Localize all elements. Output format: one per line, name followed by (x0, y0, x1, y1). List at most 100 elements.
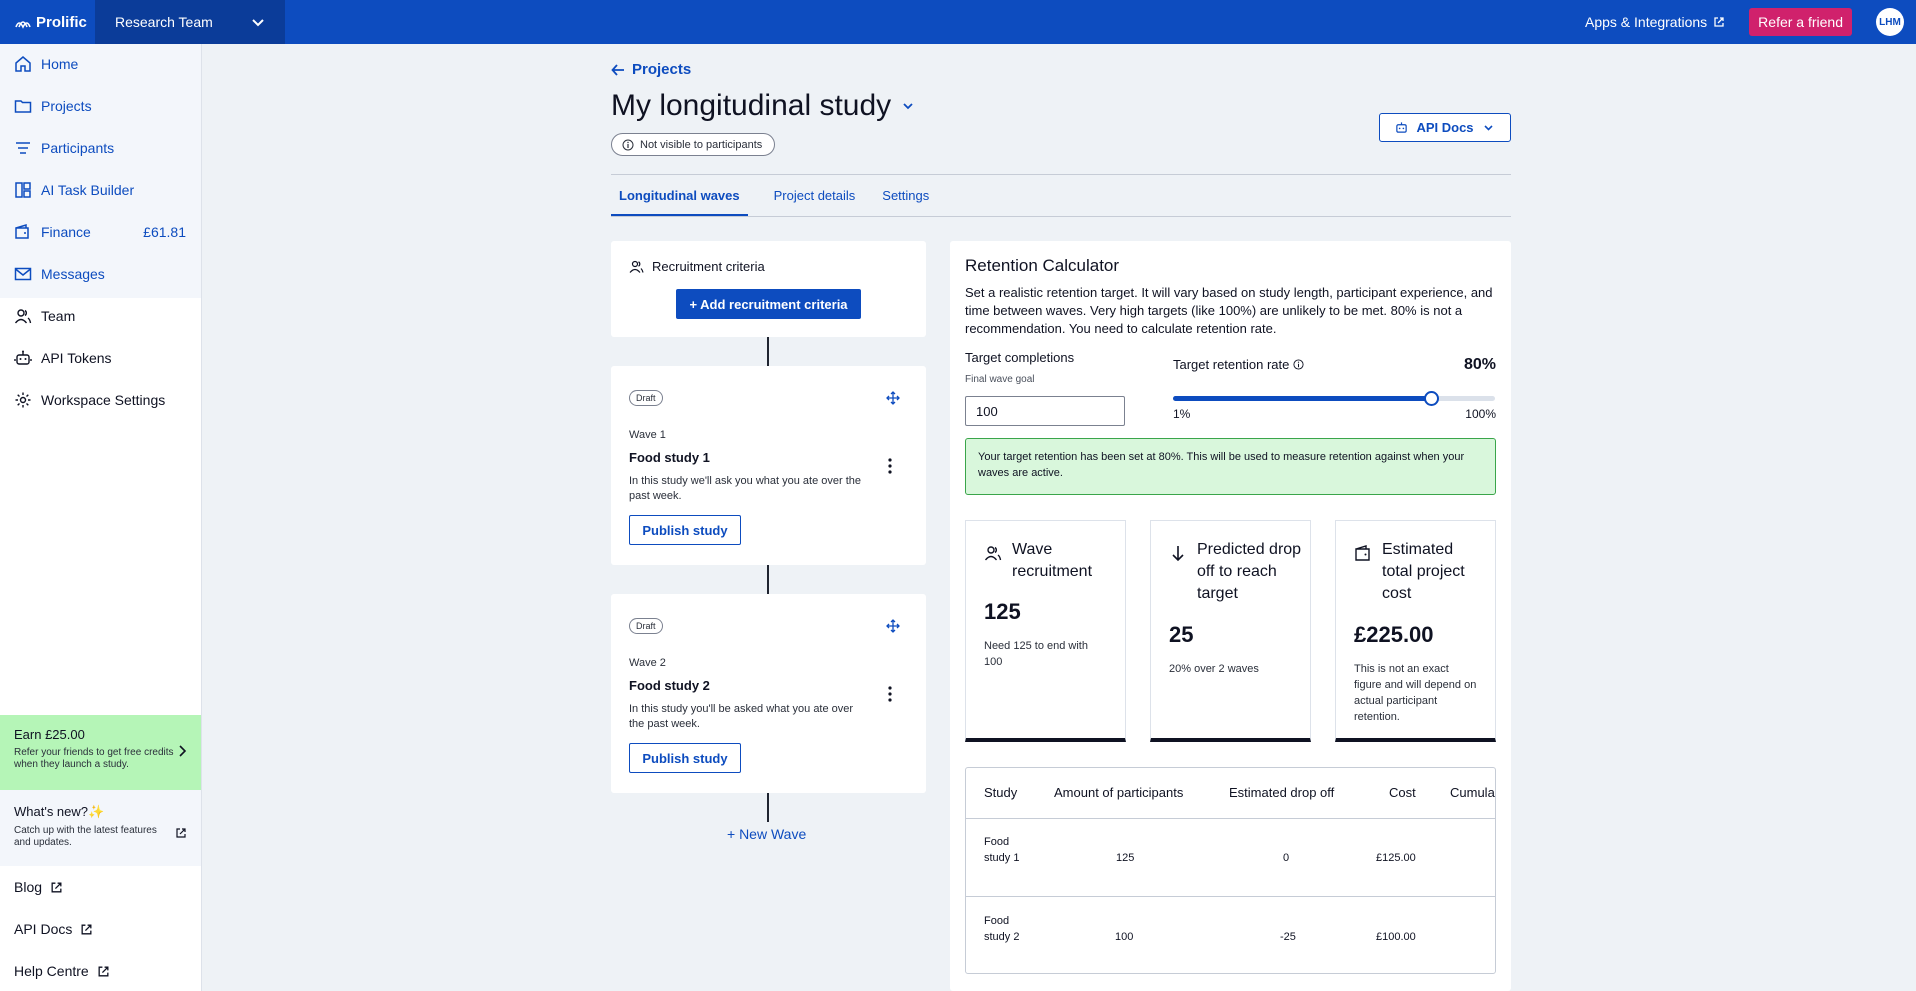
wave-description: In this study you'll be asked what you a… (629, 703, 854, 730)
more-options-icon[interactable] (888, 686, 892, 702)
status-badge: Draft (629, 618, 663, 634)
slider-fill (1173, 396, 1431, 401)
cell-cost: £100.00 (1376, 931, 1416, 943)
add-recruitment-criteria-button[interactable]: + Add recruitment criteria (676, 289, 861, 319)
external-link-icon (176, 828, 186, 838)
sidebar-item-api-tokens[interactable]: API Tokens (0, 338, 201, 378)
blog-link[interactable]: Blog (14, 879, 63, 895)
cell-drop-off: -25 (1280, 931, 1296, 943)
table-row: Food study 1 125 0 £125.00 (966, 819, 1495, 897)
move-icon[interactable] (886, 619, 900, 633)
publish-study-button[interactable]: Publish study (629, 515, 741, 545)
wave-description: In this study we'll ask you what you ate… (629, 475, 861, 502)
column-header-cumulative: Cumula (1450, 785, 1495, 800)
more-options-icon[interactable] (888, 458, 892, 474)
home-icon (15, 56, 31, 72)
finance-balance: £61.81 (143, 224, 186, 240)
slider-thumb[interactable] (1423, 391, 1439, 406)
cell-participants: 100 (1115, 931, 1134, 943)
chevron-down-icon (252, 19, 264, 27)
external-link-icon (1714, 17, 1724, 27)
target-retention-value: 80% (1463, 356, 1496, 373)
chevron-right-icon (179, 745, 187, 757)
sidebar-item-label: Finance (41, 224, 91, 240)
back-to-projects-link[interactable]: Projects (611, 61, 691, 78)
prolific-logo[interactable]: Prolific (0, 0, 95, 44)
earn-referral-card[interactable]: Earn £25.00 Refer your friends to get fr… (0, 715, 201, 790)
stat-value: 25 (1169, 622, 1194, 647)
wave-card: Draft Wave 1 Food study 1 In this study … (611, 366, 926, 565)
status-badge: Draft (629, 390, 663, 406)
wave-connector (767, 565, 769, 594)
calculator-title: Retention Calculator (965, 256, 1120, 275)
slider-min-label: 1% (1173, 407, 1191, 421)
tab-settings[interactable]: Settings (874, 186, 930, 217)
sidebar-item-finance[interactable]: Finance £61.81 (0, 212, 201, 252)
users-icon (14, 309, 32, 324)
external-link-icon (81, 924, 92, 934)
publish-study-button[interactable]: Publish study (629, 743, 741, 773)
wave-study-name: Food study 2 (629, 678, 710, 693)
team-switcher[interactable]: Research Team (95, 0, 285, 44)
stat-description: Need 125 to end with 100 (984, 640, 1088, 668)
tab-longitudinal-waves[interactable]: Longitudinal waves (611, 186, 748, 217)
whats-new-title: What's new?✨ (14, 804, 105, 819)
stat-description: This is not an exact figure and will dep… (1354, 663, 1477, 723)
stat-title: Wave recruitment (1012, 541, 1093, 580)
column-header-cost: Cost (1389, 785, 1416, 800)
refer-friend-button[interactable]: Refer a friend (1749, 8, 1852, 36)
brand-name: Prolific (36, 13, 87, 31)
sidebar-item-label: AI Task Builder (41, 182, 135, 198)
info-icon[interactable] (1293, 359, 1304, 370)
retention-slider[interactable] (1173, 390, 1495, 406)
help-centre-link-label: Help Centre (14, 963, 89, 979)
page-title[interactable]: My longitudinal study (611, 89, 915, 123)
move-icon[interactable] (886, 391, 900, 405)
project-title: My longitudinal study (611, 89, 892, 122)
earn-title: Earn £25.00 (14, 727, 85, 742)
sidebar-item-participants[interactable]: Participants (0, 128, 201, 168)
wave-number: Wave 2 (629, 657, 666, 669)
wave-study-name: Food study 1 (629, 450, 710, 465)
sidebar-item-workspace-settings[interactable]: Workspace Settings (0, 380, 201, 420)
project-tabs: Longitudinal waves Project details Setti… (611, 186, 930, 217)
header-divider (611, 174, 1511, 175)
gear-icon (15, 392, 31, 408)
sidebar-item-projects[interactable]: Projects (0, 86, 201, 126)
apps-integrations-link[interactable]: Apps & Integrations (1585, 14, 1725, 30)
sidebar-item-messages[interactable]: Messages (0, 254, 201, 294)
api-docs-button[interactable]: API Docs (1379, 113, 1511, 142)
help-centre-link[interactable]: Help Centre (14, 963, 110, 979)
chevron-down-icon (1483, 125, 1493, 131)
apps-integrations-label: Apps & Integrations (1584, 14, 1708, 30)
target-completions-input[interactable] (965, 396, 1125, 426)
wave-connector (767, 793, 769, 822)
sidebar-item-ai-task-builder[interactable]: AI Task Builder (0, 170, 201, 210)
avatar[interactable]: LHM (1876, 8, 1904, 36)
stat-value: £225.00 (1354, 622, 1434, 647)
recruitment-criteria-card: Recruitment criteria + Add recruitment c… (611, 241, 926, 337)
api-docs-link-label: API Docs (14, 921, 73, 937)
sidebar-item-label: Home (41, 56, 79, 72)
layout-icon (15, 182, 31, 198)
stat-card-predicted-drop-off: Predicted drop off to reach target 25 20… (1150, 520, 1311, 742)
sidebar-item-label: Projects (41, 98, 92, 114)
whats-new-card[interactable]: What's new?✨ Catch up with the latest fe… (0, 790, 201, 866)
table-header: Study Amount of participants Estimated d… (966, 768, 1495, 819)
sidebar-item-team[interactable]: Team (0, 296, 201, 336)
new-wave-button[interactable]: + New Wave (727, 826, 806, 842)
tab-project-details[interactable]: Project details (766, 186, 857, 217)
team-name: Research Team (115, 14, 213, 30)
prolific-logo-icon (15, 21, 31, 29)
calculator-description: Set a realistic retention target. It wil… (965, 285, 1493, 336)
folder-icon (14, 100, 32, 113)
sidebar-item-home[interactable]: Home (0, 44, 201, 84)
arrow-left-icon (611, 63, 624, 76)
wave-connector (767, 337, 769, 366)
blog-link-label: Blog (14, 879, 43, 895)
api-docs-sidebar-link[interactable]: API Docs (14, 921, 93, 937)
wave-card: Draft Wave 2 Food study 2 In this study … (611, 594, 926, 793)
slider-max-label: 100% (1465, 407, 1496, 421)
stat-card-wave-recruitment: Wave recruitment 125 Need 125 to end wit… (965, 520, 1126, 742)
stat-title: Predicted drop off to reach target (1197, 541, 1302, 602)
